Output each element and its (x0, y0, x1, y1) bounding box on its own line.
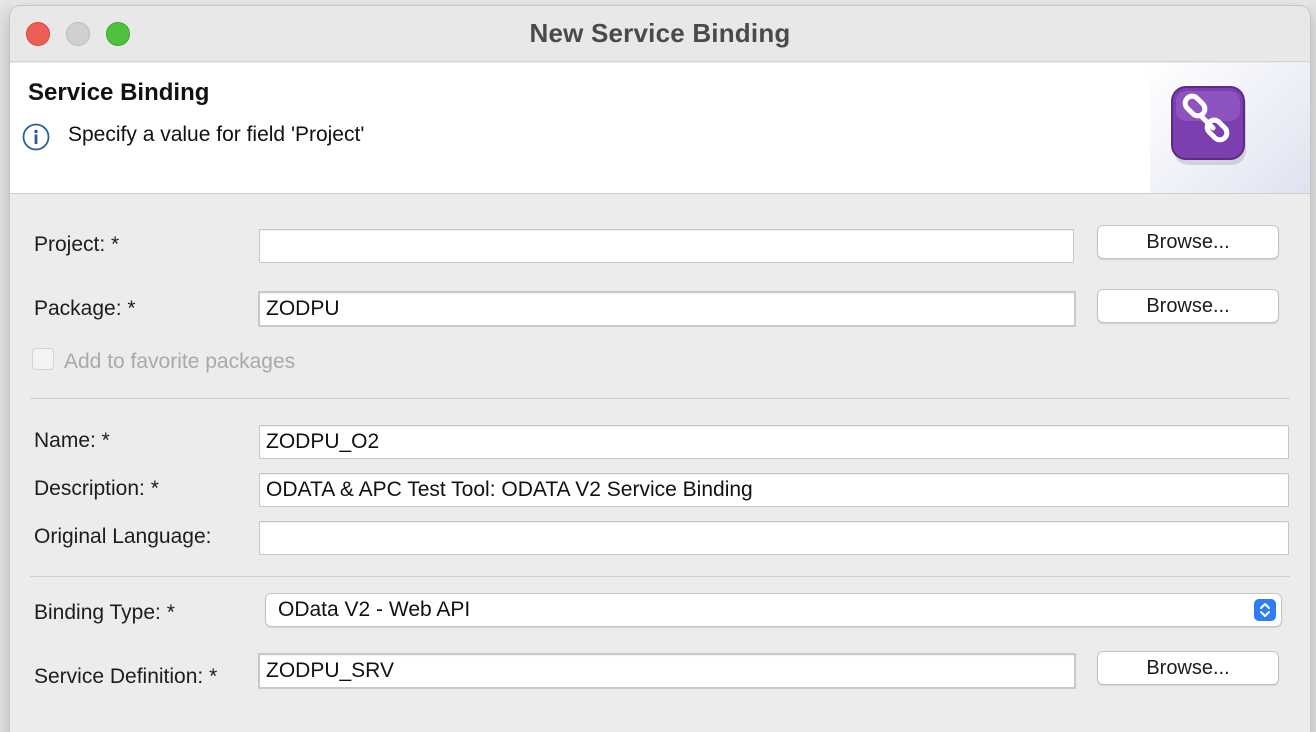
project-label: Project: * (34, 233, 120, 256)
package-label: Package: * (34, 297, 136, 320)
dialog-window: New Service Binding Service Binding Spec… (10, 6, 1310, 732)
original-language-label: Original Language: (34, 525, 212, 548)
binding-type-label: Binding Type: * (34, 601, 175, 624)
binding-type-value: OData V2 - Web API (278, 598, 471, 621)
binding-type-select[interactable]: OData V2 - Web API (265, 593, 1282, 627)
favorite-packages-checkbox[interactable] (32, 348, 54, 370)
service-definition-field[interactable]: ZODPU_SRV (258, 653, 1076, 689)
favorite-packages-label: Add to favorite packages (64, 350, 296, 373)
wizard-page-title: Service Binding (28, 79, 210, 106)
updown-arrows-icon (1254, 599, 1276, 621)
service-definition-browse-button[interactable]: Browse... (1097, 651, 1279, 685)
project-browse-button[interactable]: Browse... (1097, 225, 1279, 259)
info-icon (22, 123, 50, 151)
separator (30, 398, 1290, 399)
package-field[interactable]: ZODPU (258, 291, 1076, 327)
name-label: Name: * (34, 429, 110, 452)
project-field[interactable] (259, 229, 1074, 263)
wizard-header: Service Binding Specify a value for fiel… (10, 63, 1310, 194)
title-bar: New Service Binding (10, 6, 1310, 62)
separator (30, 576, 1290, 577)
description-label: Description: * (34, 477, 159, 500)
service-binding-icon (1171, 86, 1246, 165)
service-definition-label: Service Definition: * (34, 665, 218, 688)
wizard-message: Specify a value for field 'Project' (68, 123, 365, 146)
original-language-field[interactable] (259, 521, 1289, 555)
description-field[interactable]: ODATA & APC Test Tool: ODATA V2 Service … (259, 473, 1289, 507)
package-browse-button[interactable]: Browse... (1097, 289, 1279, 323)
window-title: New Service Binding (529, 18, 791, 48)
name-field[interactable]: ZODPU_O2 (259, 425, 1289, 459)
